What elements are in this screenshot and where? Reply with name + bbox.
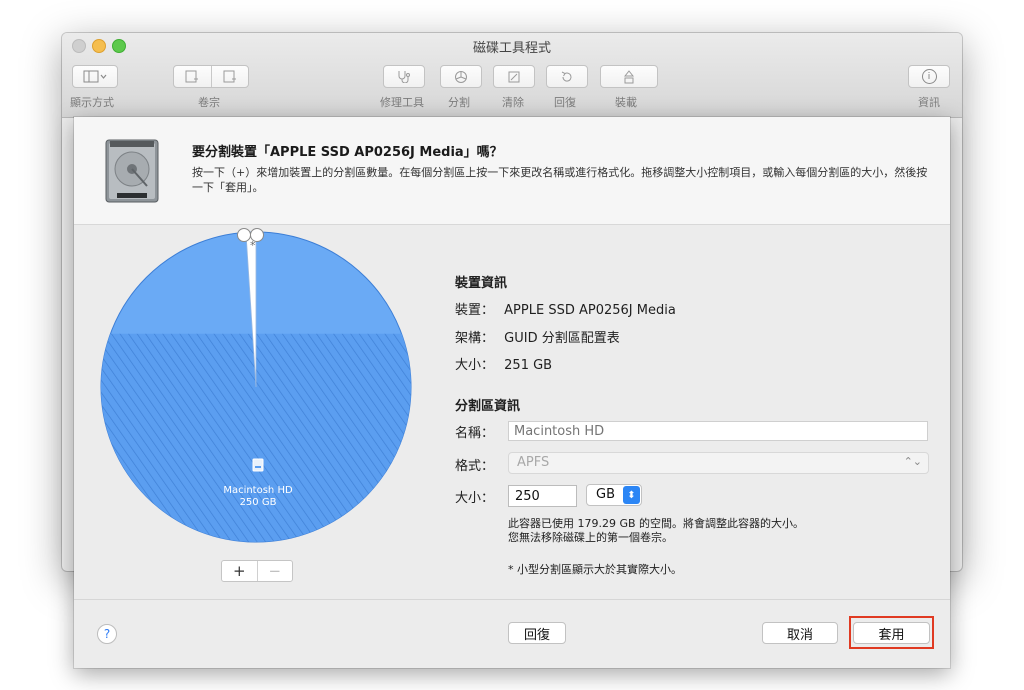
partition-icon — [455, 70, 467, 83]
sheet-header: 要分割裝置「APPLE SSD AP0256J Media」嗎？ 按一下（+）來… — [74, 117, 950, 225]
revert-button[interactable]: 回復 — [508, 622, 566, 644]
partition-sheet: 要分割裝置「APPLE SSD AP0256J Media」嗎？ 按一下（+）來… — [74, 117, 950, 668]
help-button[interactable]: ? — [97, 624, 117, 644]
partition-name-field[interactable] — [508, 421, 928, 441]
device-value: APPLE SSD AP0256J Media — [504, 303, 676, 318]
erase-icon — [508, 71, 520, 82]
view-label: 顯示方式 — [70, 96, 114, 109]
container-note: 此容器已使用 179.29 GB 的空間。將會調整此容器的大小。 — [508, 517, 805, 530]
add-remove-partition-control: + − — [221, 560, 293, 582]
add-partition-button[interactable]: + — [222, 561, 257, 581]
up-down-arrows-icon: ⌃⌄ — [903, 455, 922, 468]
sheet-description: 按一下（+）來增加裝置上的分割區數量。在每個分割區上按一下來更改名稱或進行格式化… — [192, 166, 928, 194]
volume-buttons — [173, 65, 249, 88]
disk-volume-icon — [252, 458, 264, 472]
first-aid-label: 修理工具 — [380, 96, 424, 109]
add-volume-icon — [185, 70, 199, 83]
partition-button[interactable] — [440, 65, 482, 88]
pie-partition-size: 250 GB — [239, 497, 277, 508]
format-key: 格式： — [455, 459, 495, 474]
info-button[interactable]: i — [908, 65, 950, 88]
small-partition-footnote: * 小型分割區顯示大於其實際大小。 — [508, 563, 682, 576]
device-size-key: 大小： — [455, 358, 495, 373]
apply-highlight-box — [849, 616, 934, 649]
view-button[interactable] — [72, 65, 118, 88]
erase-label: 清除 — [502, 96, 524, 109]
size-unit-select[interactable]: GB ⬍ — [586, 484, 642, 506]
restore-label: 回復 — [554, 96, 576, 109]
device-key: 裝置： — [455, 303, 495, 318]
device-size-value: 251 GB — [504, 358, 553, 373]
format-select[interactable]: APFS ⌃⌄ — [508, 452, 929, 474]
device-info-heading: 裝置資訊 — [455, 276, 508, 291]
volume-label: 卷宗 — [198, 96, 220, 109]
size-unit-value: GB — [596, 487, 615, 502]
pie-resize-handle-left[interactable] — [237, 228, 251, 242]
chevron-down-icon — [100, 74, 107, 79]
scheme-row: 架構： GUID 分割區配置表 — [455, 327, 620, 346]
sheet-title: 要分割裝置「APPLE SSD AP0256J Media」嗎？ — [192, 145, 503, 160]
partition-label: 分割 — [448, 96, 470, 109]
pie-partition-name: Macintosh HD — [223, 485, 293, 496]
partition-size-field[interactable]: 250 — [508, 485, 577, 507]
info-label: 資訊 — [918, 96, 940, 109]
remove-volume-button[interactable] — [210, 66, 249, 87]
device-size-row: 大小： 251 GB — [455, 354, 552, 373]
restore-icon — [561, 71, 572, 82]
mount-button[interactable] — [600, 65, 658, 88]
scheme-key: 架構： — [455, 331, 495, 346]
pie-resize-handle-right[interactable] — [250, 228, 264, 242]
partition-pie-area: * Macintosh HD 250 GB — [96, 227, 416, 557]
mount-icon — [624, 69, 634, 83]
partition-info-heading: 分割區資訊 — [455, 399, 521, 414]
remove-partition-button[interactable]: − — [256, 561, 293, 581]
erase-button[interactable] — [493, 65, 535, 88]
device-row: 裝置： APPLE SSD AP0256J Media — [455, 299, 676, 318]
remove-volume-icon — [223, 70, 236, 83]
first-volume-note: 您無法移除磁碟上的第一個卷宗。 — [508, 531, 673, 544]
stethoscope-icon — [398, 71, 410, 83]
window-title: 磁碟工具程式 — [472, 41, 551, 56]
info-icon: i — [921, 69, 937, 84]
footer-divider — [74, 599, 950, 600]
first-aid-button[interactable] — [383, 65, 425, 88]
scheme-value: GUID 分割區配置表 — [504, 331, 620, 346]
mount-label: 裝載 — [615, 96, 637, 109]
partition-size-key: 大小： — [455, 491, 495, 506]
sidebar-icon — [83, 70, 107, 83]
toolbar: 磁碟工具程式 顯示方式 卷宗 修理工具 分割 清除 回復 裝載 i 資訊 — [62, 33, 962, 118]
format-value: APFS — [517, 455, 550, 470]
hard-drive-icon — [105, 139, 159, 203]
name-key: 名稱： — [455, 426, 495, 441]
cancel-button[interactable]: 取消 — [762, 622, 838, 644]
up-down-arrows-icon: ⬍ — [623, 486, 640, 504]
add-volume-button[interactable] — [174, 66, 211, 87]
restore-button[interactable] — [546, 65, 588, 88]
